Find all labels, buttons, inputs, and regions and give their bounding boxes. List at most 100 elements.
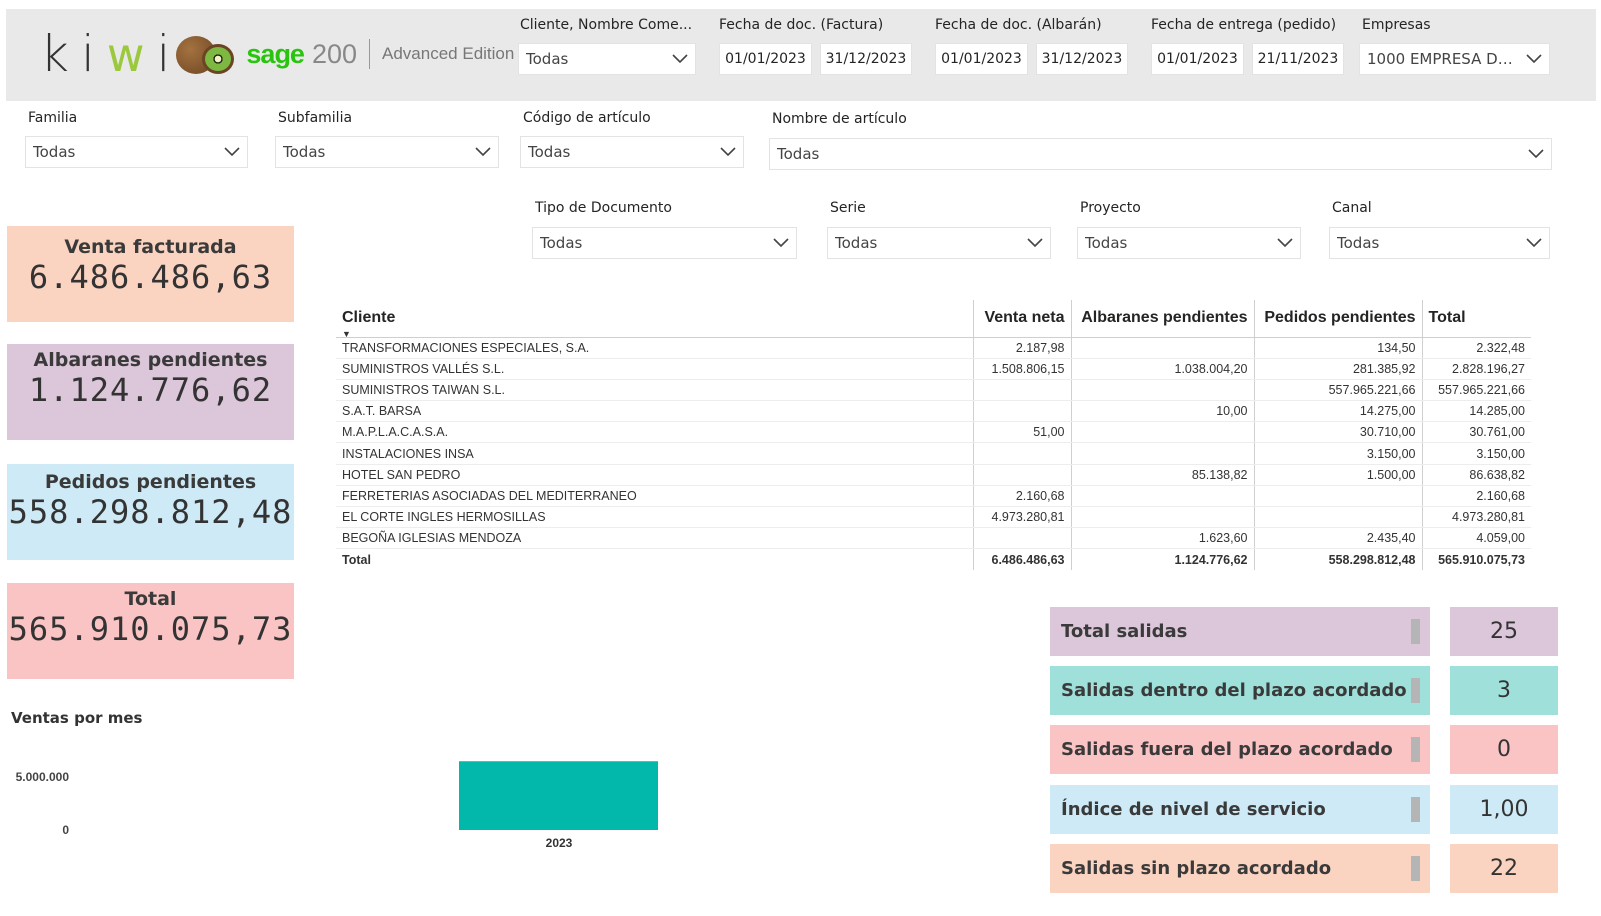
table-row[interactable]: SUMINISTROS VALLÉS S.L. 1.508.806,15 1.038…: [336, 358, 1531, 380]
column-header-pedidos[interactable]: Pedidos pendientes: [1254, 300, 1423, 338]
dropdown-codigo[interactable]: Todas: [520, 136, 744, 168]
sage-version: 200: [311, 38, 358, 69]
dropdown-cliente[interactable]: Todas: [518, 43, 696, 75]
column-header-total[interactable]: Total: [1422, 300, 1531, 338]
cell-albaranes: [1071, 379, 1255, 402]
table-row[interactable]: INSTALACIONES INSA 3.150,00 3.150,00: [336, 442, 1531, 465]
chevron-down-icon: [1521, 149, 1551, 159]
cell-cliente: S.A.T. BARSA: [336, 400, 974, 423]
filter-label-familia: Familia: [28, 110, 78, 126]
cell-total: 2.160,68: [1422, 485, 1531, 508]
sort-desc-icon: ▼: [342, 328, 351, 339]
cell-albaranes: 85.138,82: [1071, 464, 1255, 486]
column-header-albaranes[interactable]: Albaranes pendientes: [1071, 300, 1255, 338]
stat-label-3: Índice de nivel de servicio: [1050, 785, 1430, 834]
total-cell-total: 565.910.075,73: [1438, 552, 1525, 567]
dropdown-nombre[interactable]: Todas: [769, 138, 1552, 170]
date-to-factura[interactable]: 31/12/2023: [820, 43, 912, 75]
filter-label-nombre: Nombre de artículo: [772, 111, 907, 127]
filter-label-empresas: Empresas: [1362, 17, 1431, 33]
cell-pedidos: [1254, 506, 1423, 529]
bar-2023[interactable]: [459, 761, 658, 830]
dropdown-value: 1000 EMPRESA DE...: [1367, 50, 1519, 68]
dropdown-canal[interactable]: Todas: [1329, 227, 1550, 259]
date-to-albaran[interactable]: 31/12/2023: [1036, 43, 1128, 75]
dropdown-subfamilia[interactable]: Todas: [275, 136, 499, 168]
resize-handle: [1411, 737, 1420, 762]
cell-cliente: SUMINISTROS VALLÉS S.L.: [336, 358, 974, 380]
table-row[interactable]: FERRETERIAS ASOCIADAS DEL MEDITERRANEO 2.…: [336, 485, 1531, 508]
cell-total: 30.761,00: [1422, 421, 1531, 444]
dropdown-familia[interactable]: Todas: [25, 136, 248, 168]
cell-total: 2.828.196,27: [1422, 358, 1531, 380]
chevron-down-icon: [665, 54, 695, 64]
cell-venta: [973, 527, 1072, 550]
cell-cliente: EL CORTE INGLES HERMOSILLAS: [336, 506, 974, 529]
stat-value-1: 3: [1450, 666, 1558, 715]
table-row[interactable]: SUMINISTROS TAIWAN S.L. 557.965.221,66 557…: [336, 379, 1531, 402]
cell-total: 2.322,48: [1422, 337, 1531, 359]
cell-albaranes: 1.623,60: [1071, 527, 1255, 550]
filter-label-codigo: Código de artículo: [523, 110, 651, 126]
table-row[interactable]: BEGOÑA IGLESIAS MENDOZA 1.623,60 2.435,40 4…: [336, 527, 1531, 550]
cell-cliente: FERRETERIAS ASOCIADAS DEL MEDITERRANEO: [336, 485, 974, 508]
kpi-label: Pedidos pendientes: [44, 471, 257, 493]
table-row[interactable]: S.A.T. BARSA 10,00 14.275,00 14.285,00: [336, 400, 1531, 423]
kpi-label: Total: [124, 588, 177, 610]
dropdown-value: Todas: [1337, 234, 1380, 252]
table-row[interactable]: HOTEL SAN PEDRO 85.138,82 1.500,00 86.638,8…: [336, 464, 1531, 486]
dropdown-value: Todas: [528, 143, 571, 161]
chevron-down-icon: [713, 147, 743, 157]
cell-pedidos: 14.275,00: [1254, 400, 1423, 423]
table-row[interactable]: TRANSFORMACIONES ESPECIALES, S.A. 2.187,9…: [336, 337, 1531, 359]
chevron-down-icon: [1270, 238, 1300, 248]
dropdown-proyecto[interactable]: Todas: [1077, 227, 1301, 259]
stat-label-1: Salidas dentro del plazo acordado: [1050, 666, 1430, 715]
logo-divider: [369, 39, 371, 69]
cell-total: 4.973.280,81: [1422, 506, 1531, 529]
stat-value-0: 25: [1450, 607, 1558, 656]
cell-pedidos: 134,50: [1254, 337, 1423, 359]
filter-label-cliente: Cliente, Nombre Come...: [520, 17, 693, 33]
kiwi-wordmark: kiwi: [40, 24, 183, 83]
table-row[interactable]: EL CORTE INGLES HERMOSILLAS 4.973.280,81 4…: [336, 506, 1531, 529]
date-to-entrega[interactable]: 21/11/2023: [1252, 43, 1344, 75]
column-header-venta-neta[interactable]: Venta neta: [973, 300, 1072, 338]
cell-venta: 51,00: [973, 421, 1072, 444]
cell-pedidos: 2.435,40: [1254, 527, 1423, 550]
dropdown-value: Todas: [835, 234, 878, 252]
dropdown-value: Todas: [1085, 234, 1128, 252]
dropdown-serie[interactable]: Todas: [827, 227, 1051, 259]
chevron-down-icon: [217, 147, 247, 157]
resize-handle: [1411, 619, 1420, 644]
cell-cliente: TRANSFORMACIONES ESPECIALES, S.A.: [336, 337, 974, 359]
cell-cliente: INSTALACIONES INSA: [336, 442, 974, 465]
dropdown-value: Todas: [526, 50, 569, 68]
date-from-factura[interactable]: 01/01/2023: [719, 43, 812, 75]
cell-total: 14.285,00: [1422, 400, 1531, 423]
cell-pedidos: 1.500,00: [1254, 464, 1423, 486]
y-tick-label: 5.000.000: [16, 770, 70, 784]
column-header-cliente[interactable]: Cliente ▼: [336, 300, 974, 339]
filter-label-serie: Serie: [830, 200, 866, 216]
cell-pedidos: [1254, 485, 1423, 508]
cell-venta: [973, 379, 1072, 402]
kpi-value: 1.124.776,62: [28, 371, 273, 409]
kpi-value: 565.910.075,73: [8, 610, 293, 648]
cell-total: 3.150,00: [1422, 442, 1531, 465]
dropdown-empresas[interactable]: 1000 EMPRESA DE...: [1359, 43, 1550, 75]
cell-albaranes: [1071, 485, 1255, 508]
filter-label-subfamilia: Subfamilia: [278, 110, 353, 126]
cell-pedidos: 30.710,00: [1254, 421, 1423, 444]
cell-total: 86.638,82: [1422, 464, 1531, 486]
stat-label-text: Salidas sin plazo acordado: [1061, 858, 1332, 879]
stat-label-0: Total salidas: [1050, 607, 1430, 656]
table-row[interactable]: M.A.P.L.A.C.A.S.A. 51,00 30.710,00 30.761,0…: [336, 421, 1531, 444]
dropdown-value: Todas: [777, 145, 820, 163]
date-from-entrega[interactable]: 01/01/2023: [1151, 43, 1244, 75]
total-cell-venta: 6.486.486,63: [973, 548, 1072, 571]
dropdown-tipo[interactable]: Todas: [532, 227, 797, 259]
resize-handle: [1411, 797, 1420, 822]
date-from-albaran[interactable]: 01/01/2023: [935, 43, 1028, 75]
cell-venta: [973, 400, 1072, 423]
